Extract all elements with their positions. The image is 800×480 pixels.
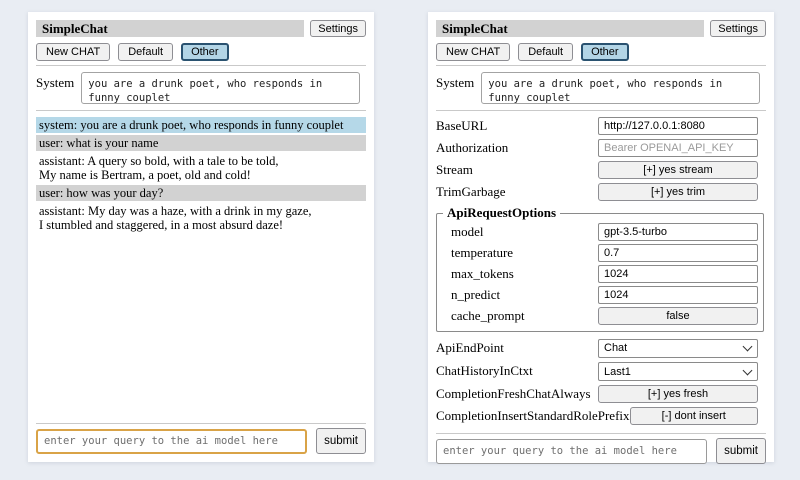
system-prompt-input[interactable]: you are a drunk poet, who responds in fu… — [81, 72, 360, 104]
system-prompt-row: System you are a drunk poet, who respond… — [436, 72, 766, 104]
authorization-label: Authorization — [436, 140, 508, 156]
system-prompt-row: System you are a drunk poet, who respond… — [36, 72, 366, 104]
max-tokens-input[interactable] — [598, 265, 758, 283]
api-endpoint-select[interactable]: Chat — [598, 339, 758, 358]
trimgarbage-label: TrimGarbage — [436, 184, 506, 200]
setting-row-trimgarbage: TrimGarbage [+] yes trim — [436, 183, 766, 201]
settings-button[interactable]: Settings — [310, 20, 366, 37]
submit-button[interactable]: submit — [316, 428, 366, 454]
titlebar-row: SimpleChat Settings — [36, 20, 366, 37]
api-endpoint-select-wrap: Chat — [598, 338, 758, 358]
query-input[interactable] — [436, 439, 707, 464]
new-chat-button[interactable]: New CHAT — [436, 43, 510, 61]
divider — [36, 110, 366, 111]
cache-prompt-toggle-button[interactable]: false — [598, 307, 758, 325]
completion-fresh-toggle-button[interactable]: [+] yes fresh — [598, 385, 758, 403]
session-tabs: New CHAT Default Other — [36, 43, 366, 61]
completion-insert-standard-role-prefix-label: CompletionInsertStandardRolePrefix — [436, 408, 630, 424]
chat-panel: SimpleChat Settings New CHAT Default Oth… — [28, 12, 374, 462]
system-prompt-input[interactable]: you are a drunk poet, who responds in fu… — [481, 72, 760, 104]
model-input[interactable] — [598, 223, 758, 241]
chat-message-system: system: you are a drunk poet, who respon… — [36, 117, 366, 133]
system-label: System — [436, 72, 474, 91]
authorization-input[interactable] — [598, 139, 758, 157]
query-row: submit — [436, 438, 766, 464]
tab-other[interactable]: Other — [181, 43, 229, 61]
chat-message-assistant: assistant: A query so bold, with a tale … — [36, 153, 366, 183]
tab-default[interactable]: Default — [118, 43, 173, 61]
new-chat-button[interactable]: New CHAT — [36, 43, 110, 61]
temperature-label: temperature — [451, 245, 513, 261]
chat-message-user: user: how was your day? — [36, 185, 366, 201]
setting-row-authorization: Authorization — [436, 139, 766, 157]
api-request-options-legend: ApiRequestOptions — [443, 205, 560, 221]
app-title: SimpleChat — [36, 20, 304, 37]
app-title: SimpleChat — [436, 20, 704, 37]
cache-prompt-label: cache_prompt — [451, 308, 525, 324]
titlebar-row: SimpleChat Settings — [436, 20, 766, 37]
setting-row-model: model — [451, 223, 758, 241]
settings-button[interactable]: Settings — [710, 20, 766, 37]
model-label: model — [451, 224, 484, 240]
chat-history-select-wrap: Last1 — [598, 362, 758, 382]
api-endpoint-label: ApiEndPoint — [436, 340, 504, 356]
chat-message-user: user: what is your name — [36, 135, 366, 151]
query-area: submit — [436, 429, 766, 464]
chat-messages: system: you are a drunk poet, who respon… — [36, 117, 366, 235]
stream-toggle-button[interactable]: [+] yes stream — [598, 161, 758, 179]
trimgarbage-toggle-button[interactable]: [+] yes trim — [598, 183, 758, 201]
setting-row-completion-insert-standard-role-prefix: CompletionInsertStandardRolePrefix [-] d… — [436, 407, 766, 425]
tab-default[interactable]: Default — [518, 43, 573, 61]
setting-row-n-predict: n_predict — [451, 286, 758, 304]
completion-insert-toggle-button[interactable]: [-] dont insert — [630, 407, 758, 425]
query-input[interactable] — [36, 429, 307, 454]
setting-row-temperature: temperature — [451, 244, 758, 262]
api-request-options-group: ApiRequestOptions model temperature max_… — [436, 205, 764, 332]
tab-other[interactable]: Other — [581, 43, 629, 61]
setting-row-stream: Stream [+] yes stream — [436, 161, 766, 179]
setting-row-api-endpoint: ApiEndPoint Chat — [436, 338, 766, 358]
baseurl-label: BaseURL — [436, 118, 487, 134]
submit-button[interactable]: submit — [716, 438, 766, 464]
query-row: submit — [36, 428, 366, 454]
setting-row-max-tokens: max_tokens — [451, 265, 758, 283]
system-label: System — [36, 72, 74, 91]
session-tabs: New CHAT Default Other — [436, 43, 766, 61]
divider — [436, 65, 766, 66]
divider — [436, 110, 766, 111]
chat-message-assistant: assistant: My day was a haze, with a dri… — [36, 203, 366, 233]
baseurl-input[interactable] — [598, 117, 758, 135]
divider — [36, 65, 366, 66]
divider — [36, 423, 366, 424]
chat-history-in-ctxt-select[interactable]: Last1 — [598, 362, 758, 381]
setting-row-baseurl: BaseURL — [436, 117, 766, 135]
query-area: submit — [36, 419, 366, 454]
setting-row-completion-fresh-chat-always: CompletionFreshChatAlways [+] yes fresh — [436, 385, 766, 403]
divider — [436, 433, 766, 434]
settings-panel: SimpleChat Settings New CHAT Default Oth… — [428, 12, 774, 462]
max-tokens-label: max_tokens — [451, 266, 514, 282]
n-predict-label: n_predict — [451, 287, 500, 303]
setting-row-chat-history-in-ctxt: ChatHistoryInCtxt Last1 — [436, 362, 766, 382]
n-predict-input[interactable] — [598, 286, 758, 304]
temperature-input[interactable] — [598, 244, 758, 262]
chat-history-in-ctxt-label: ChatHistoryInCtxt — [436, 363, 533, 379]
settings-list: BaseURL Authorization Stream [+] yes str… — [436, 117, 766, 429]
completion-fresh-chat-always-label: CompletionFreshChatAlways — [436, 386, 591, 402]
stream-label: Stream — [436, 162, 473, 178]
setting-row-cache-prompt: cache_prompt false — [451, 307, 758, 325]
